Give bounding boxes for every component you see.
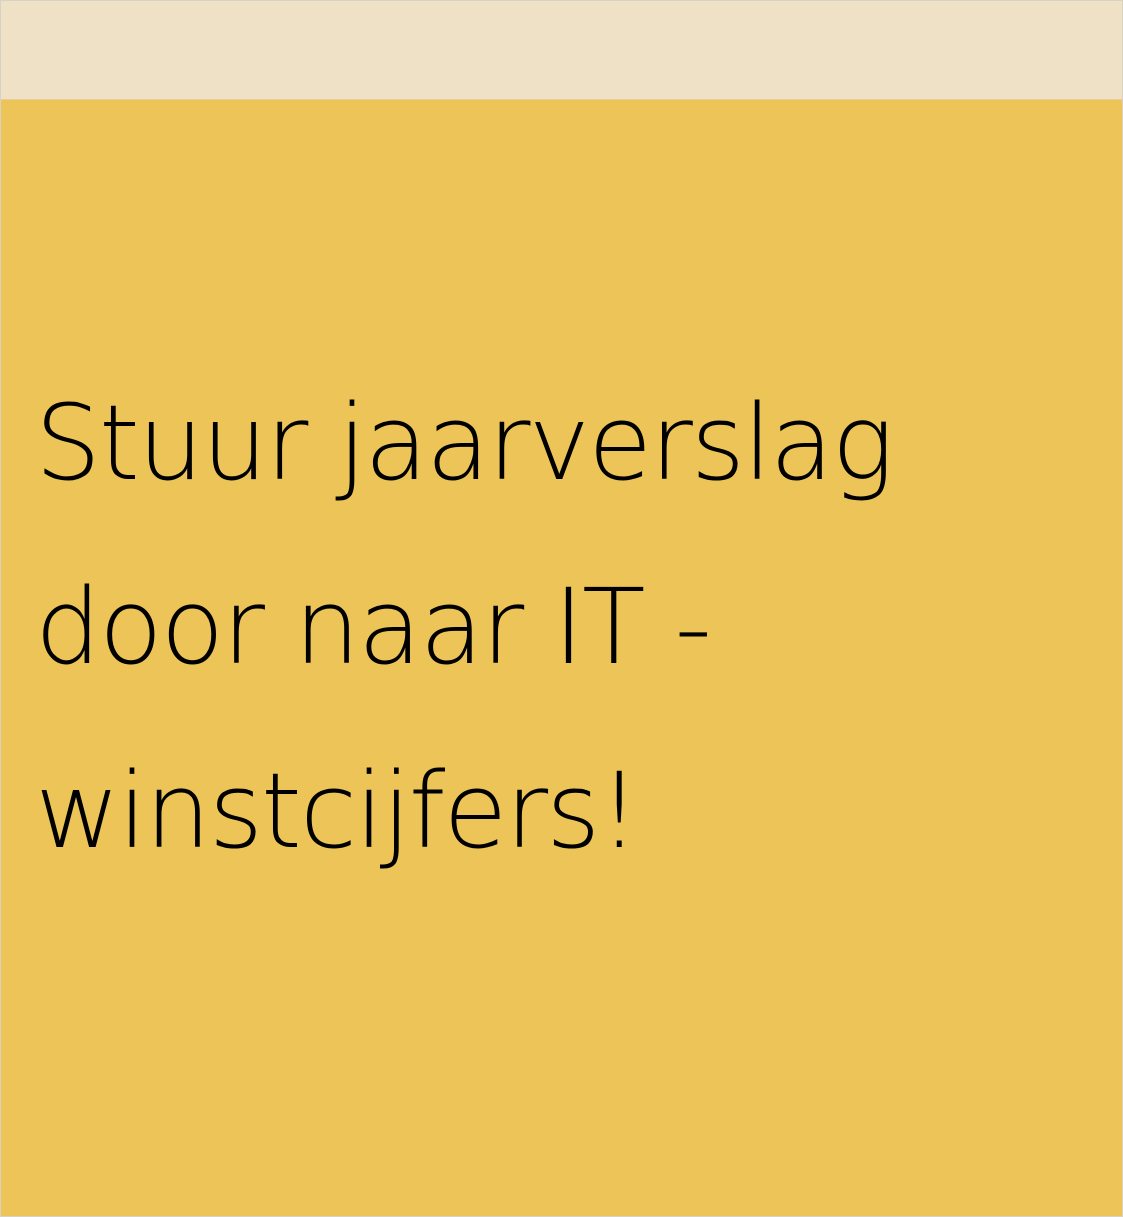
note-text[interactable]: Stuur jaarverslag door naar IT - winstci… (35, 351, 1095, 903)
note-text-line-1: Stuur jaarverslag (35, 382, 894, 504)
note-header-bar[interactable] (1, 1, 1122, 100)
sticky-note[interactable]: Stuur jaarverslag door naar IT - winstci… (0, 0, 1123, 1217)
note-text-line-2: door naar IT - (35, 566, 712, 688)
note-text-line-3: winstcijfers! (35, 750, 640, 872)
